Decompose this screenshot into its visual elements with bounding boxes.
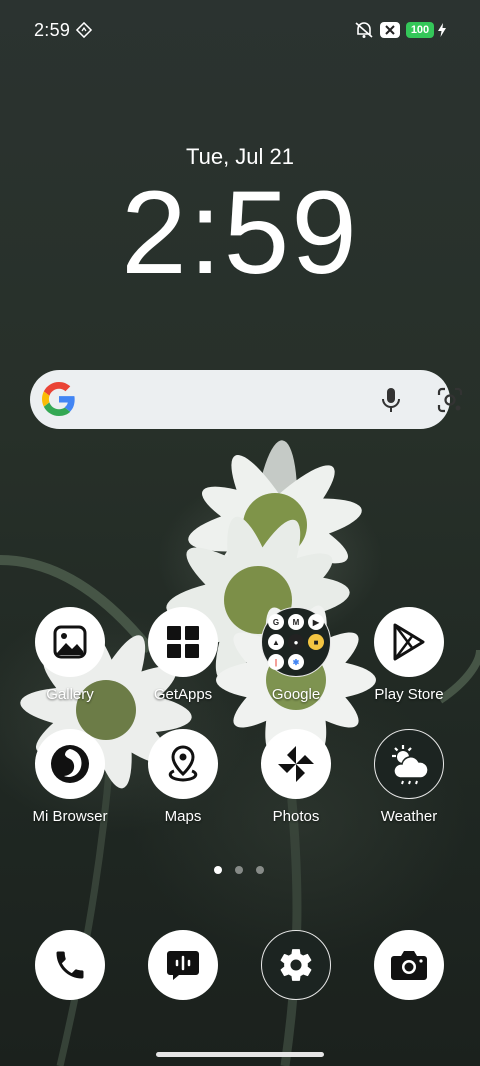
folder-gmail-app-icon: M [288,614,304,630]
folder-youtube-music-app-icon: ● [288,634,304,650]
app-mi-browser[interactable]: Mi Browser [15,729,125,825]
close-box-icon [380,20,400,40]
charging-bolt-icon [438,20,446,40]
app-label: Play Store [374,686,444,703]
home-gesture-bar[interactable] [156,1052,324,1057]
mute-icon [354,20,374,40]
dock-settings[interactable] [241,930,351,1000]
app-label: Gallery [46,686,94,703]
app-label: Weather [380,808,438,825]
photos-pinwheel-icon [261,729,331,799]
google-folder-icon: G M ▶ ▲ ● ■ | ✱ [261,607,331,677]
page-dot-1[interactable] [214,866,222,874]
folder-meet-app-icon: ■ [308,634,324,650]
app-folder-google[interactable]: G M ▶ ▲ ● ■ | ✱ Google [241,607,351,703]
folder-files-app-icon: | [268,654,284,670]
camera-icon [374,930,444,1000]
dock-phone[interactable] [15,930,125,1000]
navigation-diamond-icon [76,20,92,40]
mi-browser-icon [35,729,105,799]
page-dot-2[interactable] [235,866,243,874]
folder-empty-slot [308,654,324,670]
status-bar: 2:59 100 [0,0,480,62]
dock-messages[interactable] [128,930,238,1000]
folder-assistant-app-icon: ✱ [288,654,304,670]
phone-icon [35,930,105,1000]
app-gallery[interactable]: Gallery [15,607,125,703]
gallery-icon [35,607,105,677]
app-maps[interactable]: Maps [128,729,238,825]
play-store-icon [374,607,444,677]
settings-gear-icon [261,930,331,1000]
weather-icon [374,729,444,799]
app-label: GetApps [153,686,213,703]
messages-icon [148,930,218,1000]
app-label: Mi Browser [32,808,108,825]
clock-widget[interactable]: 2:59 [0,168,480,298]
status-time: 2:59 [34,20,71,40]
dock-camera[interactable] [354,930,464,1000]
folder-youtube-app-icon: ▶ [308,614,324,630]
folder-drive-app-icon: ▲ [268,634,284,650]
app-play-store[interactable]: Play Store [354,607,464,703]
folder-google-app-icon: G [268,614,284,630]
app-weather[interactable]: Weather [354,729,464,825]
app-label: Photos [272,808,320,825]
app-label: Google [271,686,321,703]
app-label: Maps [164,808,202,825]
google-search-bar[interactable] [30,370,463,429]
microphone-icon[interactable] [378,386,404,419]
google-g-icon [42,382,76,421]
page-indicator[interactable] [214,866,264,874]
battery-level: 100 [406,22,434,38]
app-photos[interactable]: Photos [241,729,351,825]
getapps-grid-icon [148,607,218,677]
app-getapps[interactable]: GetApps [128,607,238,703]
page-dot-3[interactable] [256,866,264,874]
google-lens-icon[interactable] [436,386,464,419]
maps-pin-icon [148,729,218,799]
